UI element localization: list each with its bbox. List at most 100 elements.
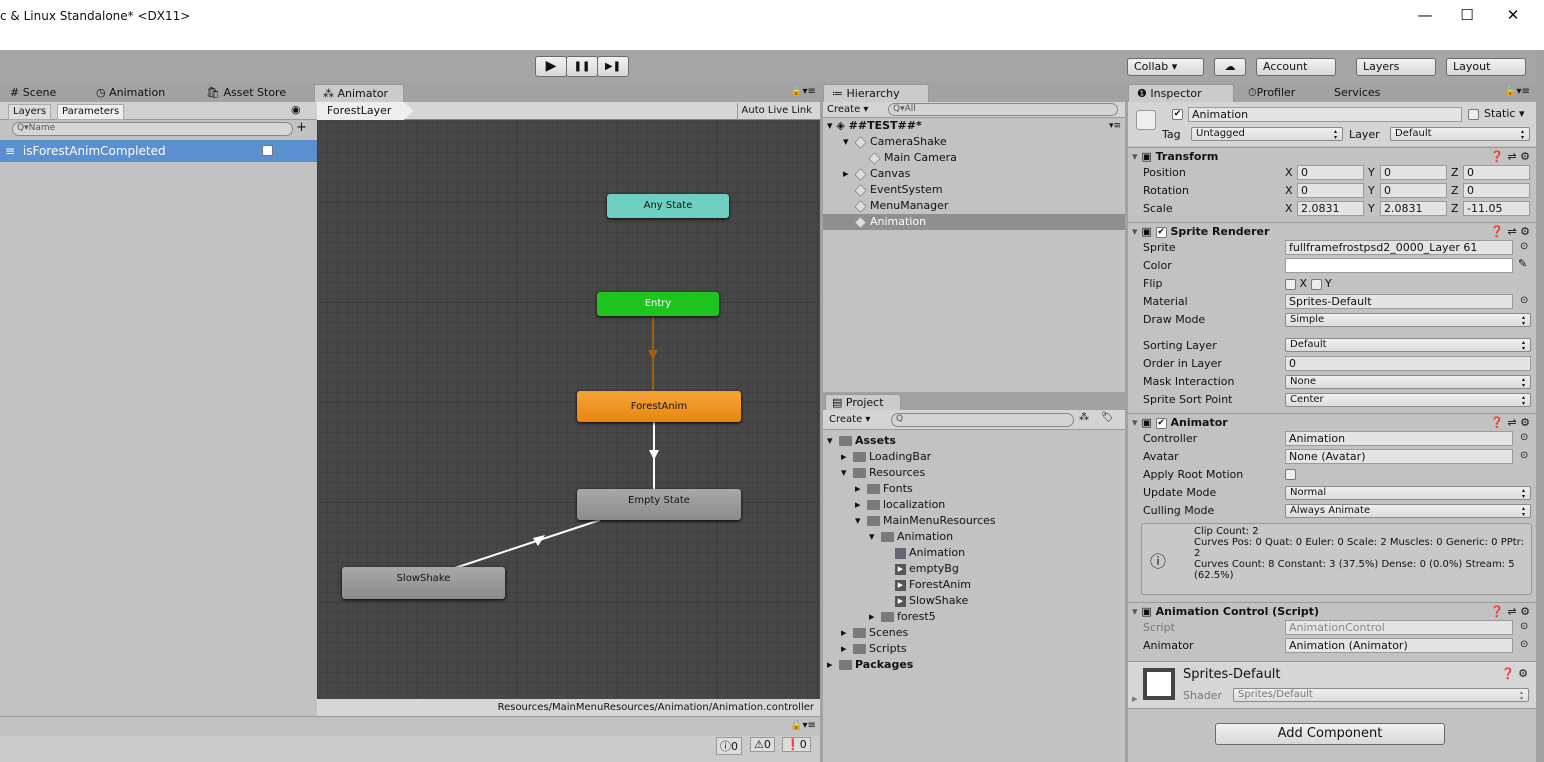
project-item[interactable]: ▸ Fonts [823, 481, 913, 497]
transform-y-input[interactable]: 2.0831 [1380, 201, 1447, 216]
help-settings-icons[interactable]: ❓ ⚙ [1501, 667, 1528, 680]
color-field[interactable] [1285, 258, 1513, 273]
active-checkbox[interactable]: ✔ [1172, 109, 1183, 120]
shader-dropdown[interactable]: Sprites/Default [1233, 688, 1529, 702]
error-count[interactable]: ❗0 [782, 737, 811, 752]
project-item[interactable]: ▾ Assets [823, 433, 896, 449]
state-empty-state[interactable]: Empty State [577, 489, 741, 520]
transform-z-input[interactable]: -11.05 [1463, 201, 1530, 216]
account-dropdown[interactable]: Account [1256, 58, 1336, 76]
hierarchy-item[interactable]: Main Camera [823, 150, 1125, 166]
expand-arrow-icon[interactable]: ▸ [841, 641, 853, 657]
hierarchy-search-input[interactable]: Q▾All [888, 103, 1118, 116]
component-header[interactable]: ▾ ▣ ✔ Animator ❓ ⇌ ⚙ [1128, 413, 1536, 431]
expand-arrow-icon[interactable]: ▾ [869, 529, 881, 545]
object-picker-icon[interactable]: ⊙ [1520, 432, 1528, 443]
layer-dropdown[interactable]: Default [1390, 127, 1530, 141]
foldout-icon[interactable]: ▾ [1132, 416, 1138, 429]
empty-to-slowshake-transition[interactable] [454, 519, 601, 569]
play-button[interactable]: ▶ [535, 56, 567, 77]
tab-layers[interactable]: Layers [8, 104, 52, 120]
eyedropper-icon[interactable]: ✎ [1518, 257, 1527, 270]
tab-animator[interactable]: ⁂ Animator [314, 84, 404, 102]
cloud-button[interactable]: ☁ [1214, 58, 1246, 76]
property-field[interactable]: Always Animate [1285, 504, 1531, 518]
object-picker-icon[interactable]: ⊙ [1520, 639, 1528, 650]
expand-arrow-icon[interactable]: ▾ [855, 513, 867, 529]
property-field[interactable]: Animation (Animator) [1285, 638, 1513, 653]
project-item[interactable]: ▸ Packages [823, 657, 913, 673]
tab-asset-store[interactable]: 🛍 Asset Store [198, 84, 294, 102]
create-dropdown[interactable]: Create ▾ [827, 102, 868, 117]
foldout-icon[interactable]: ▾ [1132, 225, 1138, 238]
parameter-row[interactable]: ≡ isForestAnimCompleted [0, 140, 317, 162]
expand-arrow-icon[interactable]: ▾ [841, 465, 853, 481]
static-checkbox[interactable] [1468, 109, 1479, 120]
drag-handle-icon[interactable]: ≡ [5, 144, 15, 158]
hierarchy-item[interactable]: Animation [823, 214, 1125, 230]
component-header[interactable]: ▾ ▣ Transform ❓ ⇌ ⚙ [1128, 147, 1536, 165]
property-field[interactable]: Center [1285, 393, 1531, 407]
lock-menu-icon[interactable]: 🔒▾≡ [790, 720, 816, 731]
property-field[interactable]: Normal [1285, 486, 1531, 500]
create-dropdown[interactable]: Create ▾ [829, 412, 870, 427]
property-field[interactable]: 0 [1285, 356, 1531, 371]
property-field[interactable]: Default [1285, 338, 1531, 352]
expand-arrow-icon[interactable]: ▸ [841, 625, 853, 641]
hierarchy-item[interactable]: ▾ CameraShake [823, 134, 1125, 150]
component-header[interactable]: ▾ ▣ ✔ Sprite Renderer ❓ ⇌ ⚙ [1128, 222, 1536, 240]
expand-arrow-icon[interactable]: ▸ [855, 481, 867, 497]
tab-inspector[interactable]: ❶ Inspector [1128, 84, 1234, 102]
foldout-icon[interactable]: ▸ [1132, 692, 1138, 705]
minimize-button[interactable]: — [1402, 6, 1448, 24]
help-settings-icons[interactable]: ❓ ⇌ ⚙ [1490, 603, 1530, 621]
property-field[interactable]: fullframefrostpsd2_0000_Layer 61 [1285, 240, 1513, 255]
pause-button[interactable]: ❚❚ [566, 56, 598, 77]
filter-label-icon[interactable]: 🏷 [1101, 412, 1114, 423]
foldout-icon[interactable]: ▾ [1132, 605, 1138, 618]
apply-root-motion-checkbox[interactable] [1285, 469, 1296, 480]
state-any-state[interactable]: Any State [607, 194, 729, 218]
project-item[interactable]: ▸ forest5 [823, 609, 936, 625]
property-field[interactable]: None (Avatar) [1285, 449, 1513, 464]
warning-count[interactable]: ⚠0 [750, 737, 775, 752]
object-picker-icon[interactable]: ⊙ [1520, 295, 1528, 306]
gameobject-icon[interactable] [1136, 110, 1156, 130]
static-dropdown[interactable]: Static ▾ [1484, 107, 1524, 120]
project-item[interactable]: ▾ Resources [823, 465, 925, 481]
layout-dropdown[interactable]: Layout [1446, 58, 1526, 76]
tab-hierarchy[interactable]: ≔ Hierarchy [823, 84, 929, 102]
project-item[interactable]: ▶ emptyBg [823, 561, 959, 577]
tab-project[interactable]: ▤ Project [825, 394, 901, 410]
flip-x-checkbox[interactable] [1285, 278, 1296, 290]
expand-arrow-icon[interactable]: ▸ [855, 497, 867, 513]
tab-services[interactable]: Services [1326, 84, 1388, 102]
tab-parameters[interactable]: Parameters [57, 104, 125, 120]
property-field[interactable]: Simple [1285, 313, 1531, 327]
flip-y-checkbox[interactable] [1310, 278, 1322, 290]
object-picker-icon[interactable]: ⊙ [1520, 621, 1528, 632]
hierarchy-item[interactable]: MenuManager [823, 198, 1125, 214]
help-settings-icons[interactable]: ❓ ⇌ ⚙ [1490, 414, 1530, 432]
project-search-input[interactable]: Q [891, 413, 1074, 427]
tag-dropdown[interactable]: Untagged [1191, 127, 1343, 141]
help-settings-icons[interactable]: ❓ ⇌ ⚙ [1490, 223, 1530, 241]
object-picker-icon[interactable]: ⊙ [1520, 450, 1528, 461]
step-button[interactable]: ▶❚ [597, 56, 629, 77]
project-item[interactable]: ▸ Scripts [823, 641, 907, 657]
expand-arrow-icon[interactable]: ▸ [827, 657, 839, 673]
enabled-checkbox[interactable]: ✔ [1155, 226, 1167, 238]
project-item[interactable]: ▸ Scenes [823, 625, 908, 641]
transform-x-input[interactable]: 0 [1297, 165, 1364, 180]
parameter-bool-checkbox[interactable] [262, 145, 273, 156]
project-item[interactable]: ▾ MainMenuResources [823, 513, 996, 529]
add-parameter-button[interactable]: + [296, 120, 307, 135]
close-button[interactable]: ✕ [1490, 6, 1536, 24]
project-item[interactable]: ▶ SlowShake [823, 593, 968, 609]
component-header[interactable]: ▾ ▣ Animation Control (Script) ❓ ⇌ ⚙ [1128, 602, 1536, 620]
lock-menu-icon[interactable]: 🔒▾≡ [790, 86, 816, 97]
lock-menu-icon[interactable]: 🔒▾≡ [1504, 86, 1530, 97]
transform-y-input[interactable]: 0 [1380, 165, 1447, 180]
transform-z-input[interactable]: 0 [1463, 165, 1530, 180]
animator-graph[interactable]: ForestLayer Auto Live Link Any State Ent… [317, 102, 820, 716]
